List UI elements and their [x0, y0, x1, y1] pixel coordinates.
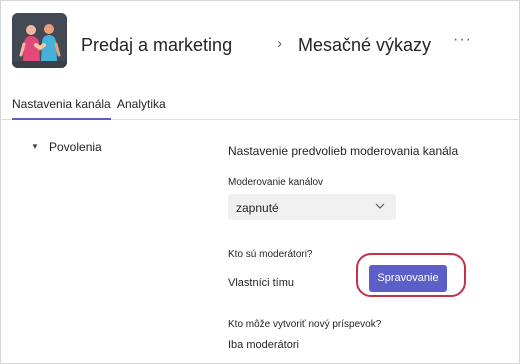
tab-label: Nastavenia kanála: [12, 97, 111, 111]
chevron-down-icon: [375, 203, 385, 209]
moderators-label: Kto sú moderátori?: [228, 249, 313, 260]
dropdown-value: zapnuté: [236, 201, 279, 215]
header: Predaj a marketing › Mesačné výkazy ···: [1, 1, 519, 89]
section-label[interactable]: Povolenia: [49, 140, 102, 154]
setting-title: Nastavenie predvolieb moderovania kanála: [228, 144, 459, 158]
tab-channel-settings[interactable]: Nastavenia kanála: [12, 97, 111, 120]
new-post-label: Kto môže vytvoriť nový príspevok?: [228, 319, 382, 330]
channel-name: Mesačné výkazy: [298, 35, 432, 55]
channel-settings-window: Predaj a marketing › Mesačné výkazy ··· …: [0, 0, 520, 364]
breadcrumb-chevron-icon: ›: [277, 35, 282, 52]
manage-button[interactable]: Spravovanie: [369, 265, 447, 292]
permissions-section: ▼ Povolenia Nastavenie predvolieb modero…: [1, 120, 519, 363]
moderation-dropdown[interactable]: zapnuté: [228, 194, 396, 220]
moderation-label: Moderovanie kanálov: [228, 177, 324, 188]
team-name: Predaj a marketing: [81, 35, 233, 55]
people-handshake-icon: [12, 13, 67, 68]
tab-label: Analytika: [117, 97, 166, 111]
team-avatar: [12, 13, 67, 68]
new-post-value: Iba moderátori: [228, 339, 299, 351]
tab-bar: Nastavenia kanála Analytika: [1, 89, 519, 120]
moderators-value: Vlastníci tímu: [228, 277, 295, 289]
more-options-icon[interactable]: ···: [453, 31, 472, 49]
triangle-down-icon[interactable]: ▼: [31, 142, 39, 151]
tab-analytics[interactable]: Analytika: [117, 97, 166, 111]
